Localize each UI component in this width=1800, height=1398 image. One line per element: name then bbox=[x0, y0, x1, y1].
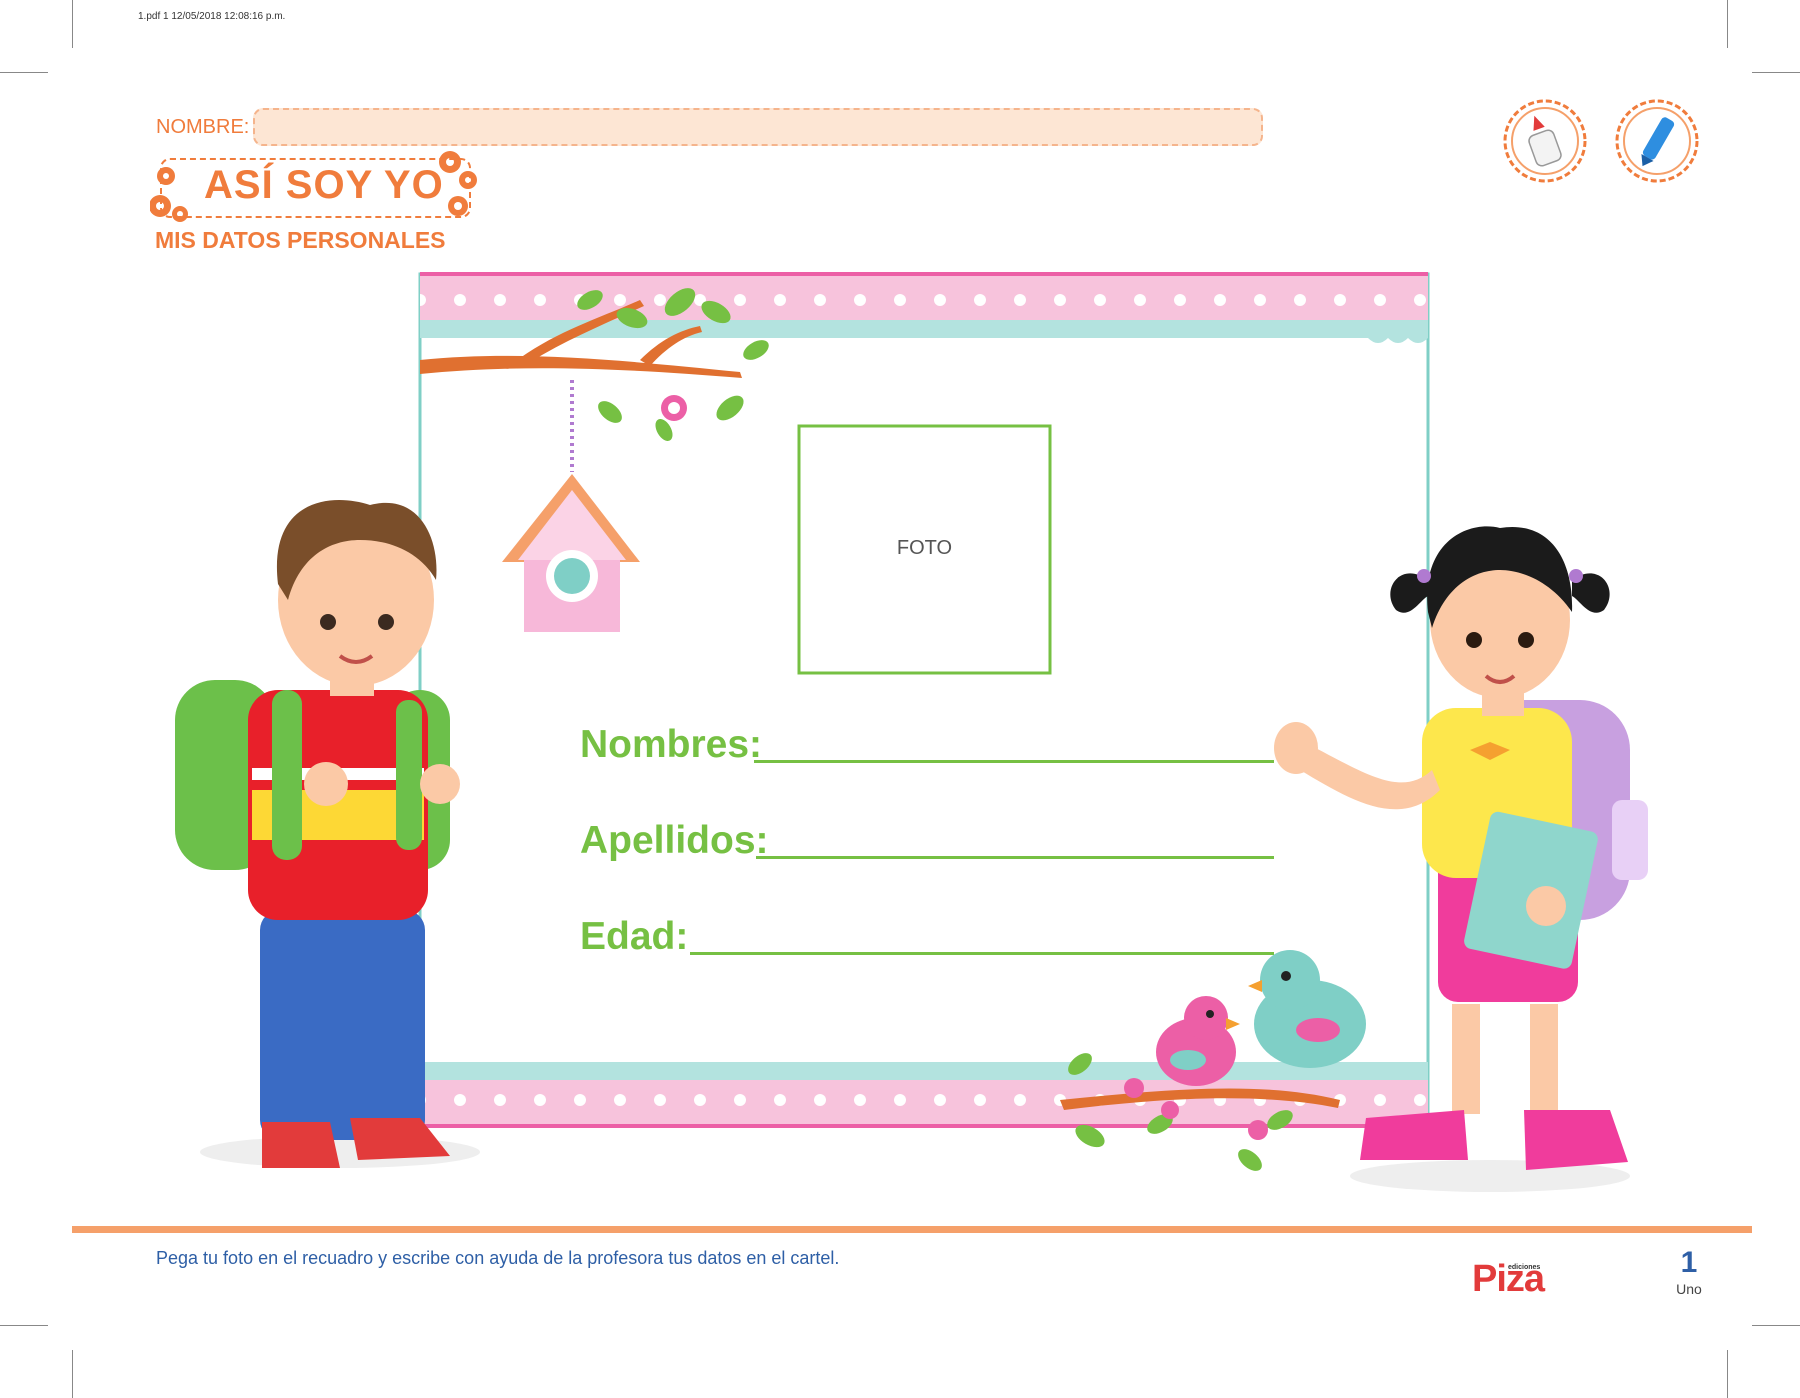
page-number: 1 bbox=[1680, 1246, 1698, 1279]
edad-line[interactable] bbox=[690, 952, 1274, 955]
nombres-label: Nombres: bbox=[580, 723, 763, 766]
photo-label: FOTO bbox=[896, 537, 953, 559]
scene-illustration bbox=[175, 272, 1648, 1192]
apellidos-line[interactable] bbox=[756, 856, 1274, 859]
edad-label: Edad: bbox=[580, 915, 689, 958]
nombres-line[interactable] bbox=[754, 760, 1274, 763]
apellidos-label: Apellidos: bbox=[580, 819, 769, 862]
instruction-text: Pega tu foto en el recuadro y escribe co… bbox=[156, 1248, 840, 1268]
piza-logo: Piza bbox=[1472, 1258, 1545, 1300]
footer-divider bbox=[72, 1226, 1752, 1233]
page-number-word: Uno bbox=[1676, 1281, 1702, 1297]
